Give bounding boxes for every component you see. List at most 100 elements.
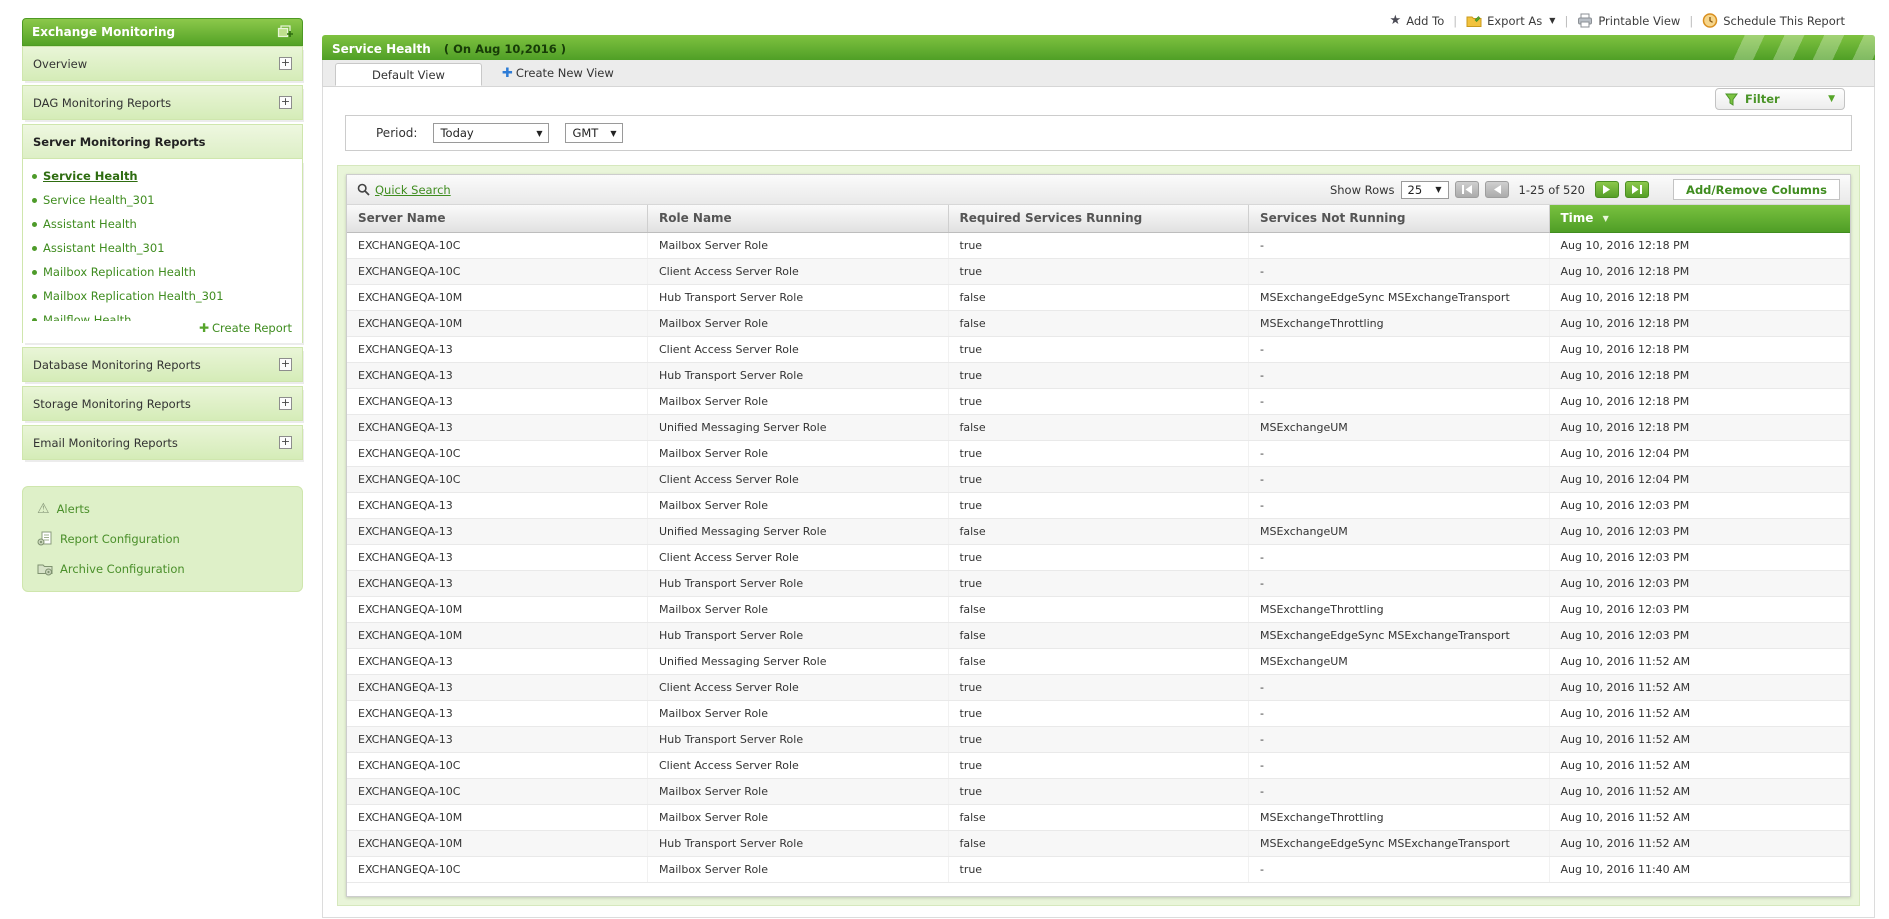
table-cell: -: [1249, 570, 1550, 596]
table-row[interactable]: EXCHANGEQA-13Mailbox Server Roletrue-Aug…: [347, 700, 1850, 726]
create-report-link[interactable]: ✚Create Report: [23, 321, 302, 340]
table-cell: -: [1249, 232, 1550, 258]
new-window-plus-icon[interactable]: [277, 25, 293, 39]
table-row[interactable]: EXCHANGEQA-13Hub Transport Server Roletr…: [347, 726, 1850, 752]
plus-icon: ✚: [502, 66, 513, 81]
column-header-time[interactable]: Time ▼: [1549, 205, 1850, 232]
timezone-select[interactable]: GMT ▼: [565, 123, 623, 143]
add-to-button[interactable]: ★ Add To: [1390, 13, 1445, 28]
last-page-button[interactable]: [1625, 181, 1649, 198]
table-cell: MSExchangeThrottling: [1249, 804, 1550, 830]
tab-create-new-view[interactable]: ✚ Create New View: [482, 60, 634, 86]
archive-configuration-link[interactable]: Archive Configuration: [37, 561, 288, 576]
table-row[interactable]: EXCHANGEQA-10MMailbox Server RolefalseMS…: [347, 310, 1850, 336]
column-header-server-name[interactable]: Server Name: [347, 205, 648, 232]
table-cell: -: [1249, 544, 1550, 570]
prev-page-icon: [1493, 185, 1501, 194]
table-cell: EXCHANGEQA-13: [347, 700, 648, 726]
table-cell: Client Access Server Role: [648, 544, 949, 570]
table-row[interactable]: EXCHANGEQA-13Mailbox Server Roletrue-Aug…: [347, 492, 1850, 518]
section-label: Database Monitoring Reports: [33, 358, 201, 372]
table-row[interactable]: EXCHANGEQA-10MHub Transport Server Rolef…: [347, 622, 1850, 648]
expand-plus-icon[interactable]: +: [279, 397, 292, 410]
table-row[interactable]: EXCHANGEQA-13Client Access Server Roletr…: [347, 336, 1850, 362]
sidebar-report-item[interactable]: Assistant Health_301: [23, 236, 302, 260]
table-row[interactable]: EXCHANGEQA-13Unified Messaging Server Ro…: [347, 648, 1850, 674]
sidebar-footer: ⚠ Alerts Report Configuration Archi: [22, 486, 303, 592]
sidebar-report-item[interactable]: Service Health: [23, 164, 302, 188]
sidebar-report-item[interactable]: Assistant Health: [23, 212, 302, 236]
select-arrow-icon: ▼: [536, 129, 542, 138]
expand-plus-icon[interactable]: +: [279, 436, 292, 449]
sidebar-section-database-monitoring[interactable]: Database Monitoring Reports +: [22, 347, 303, 382]
table-cell: true: [948, 466, 1249, 492]
table-row[interactable]: EXCHANGEQA-10MHub Transport Server Rolef…: [347, 284, 1850, 310]
table-row[interactable]: EXCHANGEQA-10CClient Access Server Rolet…: [347, 752, 1850, 778]
printer-icon: [1577, 13, 1593, 28]
archive-config-icon: [37, 561, 53, 576]
table-row[interactable]: EXCHANGEQA-13Client Access Server Roletr…: [347, 674, 1850, 700]
table-row[interactable]: EXCHANGEQA-13Mailbox Server Roletrue-Aug…: [347, 388, 1850, 414]
table-row[interactable]: EXCHANGEQA-13Client Access Server Roletr…: [347, 544, 1850, 570]
table-row[interactable]: EXCHANGEQA-10CMailbox Server Roletrue-Au…: [347, 778, 1850, 804]
sidebar-report-item[interactable]: Mailbox Replication Health_301: [23, 284, 302, 308]
table-row[interactable]: EXCHANGEQA-10MHub Transport Server Rolef…: [347, 830, 1850, 856]
table-row[interactable]: EXCHANGEQA-13Hub Transport Server Roletr…: [347, 570, 1850, 596]
column-header-role-name[interactable]: Role Name: [648, 205, 949, 232]
column-header-services-not-running[interactable]: Services Not Running: [1249, 205, 1550, 232]
table-cell: Client Access Server Role: [648, 258, 949, 284]
table-row[interactable]: EXCHANGEQA-10CClient Access Server Rolet…: [347, 466, 1850, 492]
sidebar-title-bar: Exchange Monitoring: [22, 18, 303, 46]
table-cell: -: [1249, 726, 1550, 752]
period-value: Today: [440, 126, 473, 140]
tab-default-view[interactable]: Default View: [335, 63, 482, 86]
sidebar-section-server-monitoring[interactable]: Server Monitoring Reports: [22, 124, 303, 159]
table-header-row: Server Name Role Name Required Services …: [347, 205, 1850, 232]
quick-search-link[interactable]: Quick Search: [357, 183, 451, 197]
sidebar-report-item[interactable]: Mailflow Health: [23, 308, 302, 321]
toolbar-separator: |: [1453, 14, 1457, 28]
sidebar-section-email-monitoring[interactable]: Email Monitoring Reports +: [22, 425, 303, 460]
sidebar: Exchange Monitoring Overview + DAG Monit…: [22, 18, 303, 592]
column-header-required-services[interactable]: Required Services Running: [948, 205, 1249, 232]
sidebar-section-storage-monitoring[interactable]: Storage Monitoring Reports +: [22, 386, 303, 421]
show-rows-select[interactable]: 25 ▼: [1401, 181, 1449, 199]
table-row[interactable]: EXCHANGEQA-13Unified Messaging Server Ro…: [347, 414, 1850, 440]
table-row[interactable]: EXCHANGEQA-10MMailbox Server RolefalseMS…: [347, 596, 1850, 622]
table-row[interactable]: EXCHANGEQA-10MMailbox Server RolefalseMS…: [347, 804, 1850, 830]
table-cell: EXCHANGEQA-10C: [347, 466, 648, 492]
first-page-button[interactable]: [1455, 181, 1479, 198]
expand-plus-icon[interactable]: +: [279, 96, 292, 109]
sidebar-report-item[interactable]: Service Health_301: [23, 188, 302, 212]
schedule-report-button[interactable]: Schedule This Report: [1702, 13, 1845, 28]
next-page-button[interactable]: [1595, 181, 1619, 198]
filter-button[interactable]: Filter ▼: [1715, 88, 1845, 110]
add-remove-columns-button[interactable]: Add/Remove Columns: [1673, 179, 1840, 200]
tab-label: Default View: [372, 68, 445, 82]
table-cell: false: [948, 518, 1249, 544]
report-configuration-link[interactable]: Report Configuration: [37, 531, 288, 546]
expand-plus-icon[interactable]: +: [279, 358, 292, 371]
table-cell: Mailbox Server Role: [648, 778, 949, 804]
table-row[interactable]: EXCHANGEQA-13Unified Messaging Server Ro…: [347, 518, 1850, 544]
table-cell: EXCHANGEQA-10C: [347, 778, 648, 804]
table-row[interactable]: EXCHANGEQA-10CMailbox Server Roletrue-Au…: [347, 856, 1850, 882]
sidebar-section-dag-monitoring[interactable]: DAG Monitoring Reports +: [22, 85, 303, 120]
table-cell: false: [948, 414, 1249, 440]
table-row[interactable]: EXCHANGEQA-13Hub Transport Server Roletr…: [347, 362, 1850, 388]
table-row[interactable]: EXCHANGEQA-10CMailbox Server Roletrue-Au…: [347, 440, 1850, 466]
alerts-link[interactable]: ⚠ Alerts: [37, 502, 288, 516]
export-as-button[interactable]: Export As ▼: [1466, 13, 1555, 28]
report-config-icon: [37, 531, 53, 546]
sidebar-section-overview[interactable]: Overview +: [22, 46, 303, 81]
table-cell: Aug 10, 2016 11:52 AM: [1549, 700, 1850, 726]
period-select[interactable]: Today ▼: [433, 123, 549, 143]
sidebar-report-item[interactable]: Mailbox Replication Health: [23, 260, 302, 284]
table-row[interactable]: EXCHANGEQA-10CClient Access Server Rolet…: [347, 258, 1850, 284]
prev-page-button[interactable]: [1485, 181, 1509, 198]
table-cell: true: [948, 232, 1249, 258]
printable-view-button[interactable]: Printable View: [1577, 13, 1680, 28]
table-row[interactable]: EXCHANGEQA-10CMailbox Server Roletrue-Au…: [347, 232, 1850, 258]
expand-plus-icon[interactable]: +: [279, 57, 292, 70]
table-cell: MSExchangeUM: [1249, 414, 1550, 440]
